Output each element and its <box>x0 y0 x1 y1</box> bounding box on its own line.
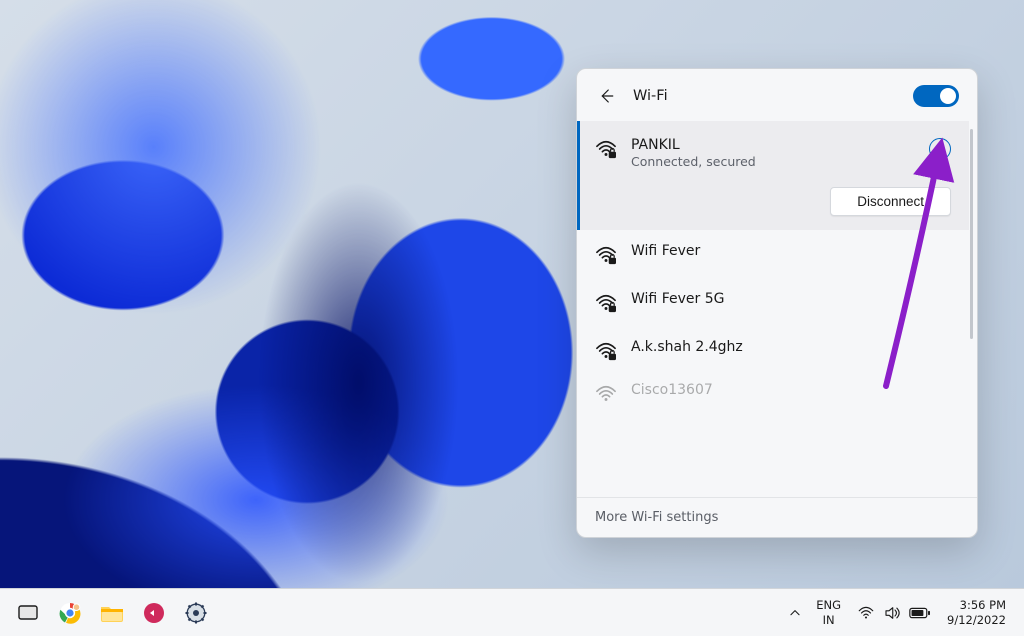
language-line1: ENG <box>816 598 841 612</box>
wifi-secured-icon <box>595 339 617 361</box>
disconnect-row: Disconnect <box>577 183 969 230</box>
language-indicator[interactable]: ENG IN <box>812 598 845 627</box>
battery-icon <box>909 606 931 620</box>
network-name: Wifi Fever 5G <box>631 291 951 307</box>
wifi-secured-icon <box>595 137 617 159</box>
network-name: Wifi Fever <box>631 243 951 259</box>
wifi-flyout: Wi-Fi PANKIL Connected <box>576 68 978 538</box>
disconnect-button[interactable]: Disconnect <box>830 187 951 216</box>
app-button[interactable] <box>136 595 172 631</box>
clock-time: 3:56 PM <box>947 598 1006 612</box>
wifi-secured-icon <box>595 243 617 265</box>
network-name: A.k.shah 2.4ghz <box>631 339 951 355</box>
taskview-icon <box>16 601 40 625</box>
back-button[interactable] <box>593 83 619 109</box>
folder-icon <box>99 601 125 625</box>
wifi-secured-icon <box>595 291 617 313</box>
arrow-left-icon <box>597 87 615 105</box>
more-wifi-settings-link[interactable]: More Wi-Fi settings <box>577 497 977 537</box>
network-item[interactable]: A.k.shah 2.4ghz <box>577 326 969 374</box>
settings-button[interactable] <box>178 595 214 631</box>
wifi-flyout-header: Wi-Fi <box>577 69 977 121</box>
network-item[interactable]: Wifi Fever <box>577 230 969 278</box>
clock[interactable]: 3:56 PM 9/12/2022 <box>943 598 1010 627</box>
network-name: Cisco13607 <box>631 382 951 398</box>
network-name: PANKIL <box>631 137 915 153</box>
network-properties-button[interactable]: i <box>929 138 951 160</box>
language-line2: IN <box>816 613 841 627</box>
wifi-icon <box>595 382 617 404</box>
system-tray[interactable] <box>851 595 937 631</box>
clock-date: 9/12/2022 <box>947 613 1006 627</box>
wifi-toggle[interactable] <box>913 85 959 107</box>
wifi-icon <box>857 604 875 622</box>
network-item[interactable]: Wifi Fever 5G <box>577 278 969 326</box>
network-list: PANKIL Connected, secured i Disconnect <box>577 121 977 497</box>
gear-icon <box>184 601 208 625</box>
circle-app-icon <box>142 601 166 625</box>
file-explorer-button[interactable] <box>94 595 130 631</box>
tray-overflow-button[interactable] <box>784 606 806 620</box>
taskbar: ENG IN 3:56 PM 9/12/2022 <box>0 588 1024 636</box>
taskview-button[interactable] <box>10 595 46 631</box>
network-item-connected[interactable]: PANKIL Connected, secured i <box>577 121 969 183</box>
chrome-button[interactable] <box>52 595 88 631</box>
network-item[interactable]: Cisco13607 <box>577 374 969 404</box>
chevron-up-icon <box>788 606 802 620</box>
wifi-title: Wi-Fi <box>633 88 668 104</box>
volume-icon <box>883 604 901 622</box>
scrollbar[interactable] <box>970 129 973 339</box>
chrome-icon <box>58 601 82 625</box>
network-status: Connected, secured <box>631 154 915 169</box>
